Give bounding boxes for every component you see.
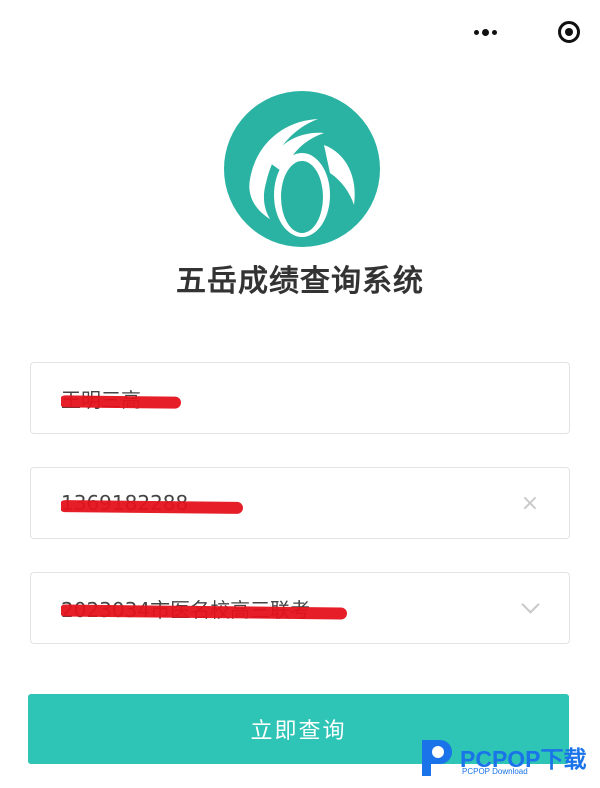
redaction-mark <box>61 395 182 409</box>
app-logo <box>224 91 380 247</box>
name-field[interactable]: 王明三高 <box>30 362 570 434</box>
id-number-field[interactable]: 1369182288 × <box>30 467 570 539</box>
chevron-down-icon[interactable] <box>521 594 540 614</box>
redaction-mark <box>61 500 244 514</box>
more-dots-icon[interactable] <box>466 12 506 52</box>
exam-value: 2023034市医名校高三联考 <box>61 594 524 623</box>
close-circle-icon[interactable] <box>558 21 580 43</box>
page-title: 五岳成绩查询系统 <box>176 264 424 299</box>
watermark-logo-icon <box>422 740 452 776</box>
watermark-subtitle: PCPOP Download <box>462 767 528 776</box>
clear-icon[interactable]: × <box>517 491 543 516</box>
watermark: PCPOP下载 PCPOP Download <box>416 734 600 788</box>
id-value: 1369182288 <box>61 491 517 515</box>
exam-select[interactable]: 2023034市医名校高三联考 <box>30 572 570 644</box>
name-value: 王明三高 <box>61 384 543 413</box>
mini-program-capsule <box>466 12 586 52</box>
